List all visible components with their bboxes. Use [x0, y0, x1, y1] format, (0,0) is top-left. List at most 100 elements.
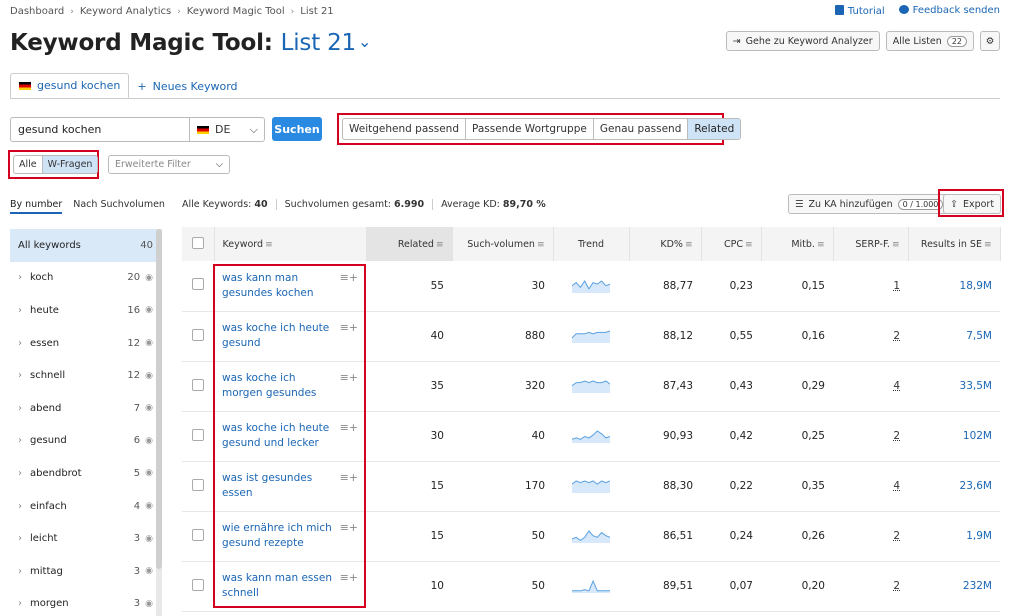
match-broad[interactable]: Weitgehend passend: [343, 119, 466, 139]
eye-icon[interactable]: ◉: [145, 436, 153, 446]
breadcrumb-item[interactable]: Dashboard: [10, 6, 64, 17]
chevron-right-icon: ›: [177, 6, 181, 17]
chevron-right-icon[interactable]: ›: [18, 305, 22, 316]
results-cell[interactable]: 102M: [908, 411, 1000, 462]
advanced-filter-select[interactable]: Erweiterte Filter ⌵: [108, 155, 230, 174]
breadcrumb-item[interactable]: Keyword Analytics: [80, 6, 171, 17]
match-exact[interactable]: Genau passend: [594, 119, 689, 139]
results-cell[interactable]: 18,9M: [908, 261, 1000, 312]
chevron-right-icon[interactable]: ›: [18, 501, 22, 512]
results-cell[interactable]: 7,5M: [908, 311, 1000, 362]
export-button[interactable]: ⇪ Export: [943, 194, 1002, 214]
match-related[interactable]: Related: [688, 119, 741, 139]
sidebar-item[interactable]: › essen 12 ◉: [10, 327, 161, 360]
sidebar-item[interactable]: › abendbrot 5 ◉: [10, 457, 161, 490]
tab-new-keyword[interactable]: + Neues Keyword: [129, 73, 245, 99]
sidebar-item[interactable]: › mittag 3 ◉: [10, 555, 161, 588]
sidebar-item-all-keywords[interactable]: All keywords 40: [10, 229, 161, 262]
col-cpc[interactable]: CPC ≡: [701, 227, 762, 261]
feedback-link[interactable]: Feedback senden: [898, 5, 1000, 17]
chevron-right-icon[interactable]: ›: [18, 566, 22, 577]
cpc-cell: 0,24: [701, 511, 761, 562]
row-checkbox[interactable]: [192, 428, 204, 441]
col-volume[interactable]: Such-volumen ≡: [452, 227, 554, 261]
chevron-right-icon[interactable]: ›: [18, 403, 22, 414]
serp-features-cell[interactable]: 4: [833, 461, 908, 512]
sidebar-scrollbar[interactable]: [156, 229, 162, 616]
serp-features-cell[interactable]: 4: [833, 361, 908, 412]
eye-icon[interactable]: ◉: [145, 338, 153, 348]
chevron-right-icon[interactable]: ›: [18, 370, 22, 381]
sort-icon: ≡: [536, 239, 545, 250]
settings-button[interactable]: ⚙: [980, 31, 1000, 51]
eye-icon[interactable]: ◉: [145, 403, 153, 413]
col-related[interactable]: Related ≡: [366, 227, 453, 261]
sidebar-item[interactable]: › koch 20 ◉: [10, 262, 161, 295]
row-checkbox[interactable]: [192, 478, 204, 491]
tutorial-link[interactable]: Tutorial: [834, 5, 885, 17]
col-competition[interactable]: Mitb. ≡: [761, 227, 834, 261]
row-checkbox[interactable]: [192, 528, 204, 541]
all-lists-button[interactable]: Alle Listen 22: [885, 31, 974, 51]
row-checkbox[interactable]: [192, 278, 204, 291]
sidebar-item[interactable]: › gesund 6 ◉: [10, 425, 161, 458]
scrollbar-thumb[interactable]: [156, 229, 162, 569]
chevron-down-icon: ⌄: [358, 32, 372, 51]
serp-features-cell[interactable]: 2: [833, 511, 908, 562]
eye-icon[interactable]: ◉: [145, 273, 153, 283]
sidebar-item[interactable]: › heute 16 ◉: [10, 294, 161, 327]
results-cell[interactable]: 232M: [908, 561, 1000, 612]
list-selector[interactable]: List 21 ⌄: [281, 30, 372, 56]
breadcrumb-item: List 21: [300, 6, 334, 17]
add-to-ka-button[interactable]: ☰ Zu KA hinzufügen 0 / 1.000: [788, 194, 951, 214]
eye-icon[interactable]: ◉: [145, 305, 153, 315]
select-all-checkbox[interactable]: [191, 236, 204, 249]
chevron-right-icon[interactable]: ›: [18, 598, 22, 609]
breadcrumb-item[interactable]: Keyword Magic Tool: [187, 6, 285, 17]
eye-icon[interactable]: ◉: [145, 468, 153, 478]
col-keyword[interactable]: Keyword ≡: [214, 227, 367, 261]
chevron-right-icon[interactable]: ›: [18, 468, 22, 479]
eye-icon[interactable]: ◉: [145, 599, 153, 609]
toggle-questions[interactable]: W-Fragen: [41, 156, 98, 173]
tab-gesund-kochen[interactable]: gesund kochen: [10, 73, 130, 99]
row-checkbox[interactable]: [192, 578, 204, 591]
col-serp-features[interactable]: SERP-F. ≡: [833, 227, 909, 261]
sidebar-item[interactable]: › morgen 3 ◉: [10, 588, 161, 616]
col-results[interactable]: Results in SE ≡: [908, 227, 1001, 261]
search-button[interactable]: Suchen: [272, 117, 322, 141]
sidebar-item[interactable]: › schnell 12 ◉: [10, 359, 161, 392]
toggle-all[interactable]: Alle: [14, 156, 42, 173]
match-phrase[interactable]: Passende Wortgruppe: [466, 119, 594, 139]
arrow-right-icon: ⇥: [732, 35, 741, 47]
eye-icon[interactable]: ◉: [145, 501, 153, 511]
country-select[interactable]: DE ⌵: [189, 118, 264, 141]
chat-bubble-icon: [898, 5, 909, 14]
book-icon: [834, 5, 844, 15]
keyword-input[interactable]: gesund kochen: [11, 123, 189, 136]
sidebar-item[interactable]: › abend 7 ◉: [10, 392, 161, 425]
sort-by-volume[interactable]: Nach Suchvolumen: [73, 199, 165, 214]
chevron-right-icon[interactable]: ›: [18, 272, 22, 283]
results-cell[interactable]: 1,9M: [908, 511, 1000, 562]
row-checkbox[interactable]: [192, 328, 204, 341]
sidebar-item[interactable]: › leicht 3 ◉: [10, 522, 161, 555]
go-to-analyzer-button[interactable]: ⇥ Gehe zu Keyword Analyzer: [725, 31, 880, 51]
col-kd[interactable]: KD% ≡: [629, 227, 702, 261]
chevron-right-icon[interactable]: ›: [18, 533, 22, 544]
serp-features-cell[interactable]: 2: [833, 411, 908, 462]
serp-features-cell[interactable]: 2: [833, 311, 908, 362]
eye-icon[interactable]: ◉: [145, 534, 153, 544]
eye-icon[interactable]: ◉: [145, 566, 153, 576]
row-checkbox[interactable]: [192, 378, 204, 391]
eye-icon[interactable]: ◉: [145, 371, 153, 381]
sort-by-number[interactable]: By number: [10, 199, 63, 214]
serp-features-cell[interactable]: 1: [833, 261, 908, 312]
chevron-right-icon[interactable]: ›: [18, 338, 22, 349]
results-cell[interactable]: 33,5M: [908, 361, 1000, 412]
sidebar-item[interactable]: › einfach 4 ◉: [10, 490, 161, 523]
serp-features-cell[interactable]: 2: [833, 561, 908, 612]
results-cell[interactable]: 23,6M: [908, 461, 1000, 512]
cpc-cell: 0,43: [701, 361, 761, 412]
chevron-right-icon[interactable]: ›: [18, 435, 22, 446]
